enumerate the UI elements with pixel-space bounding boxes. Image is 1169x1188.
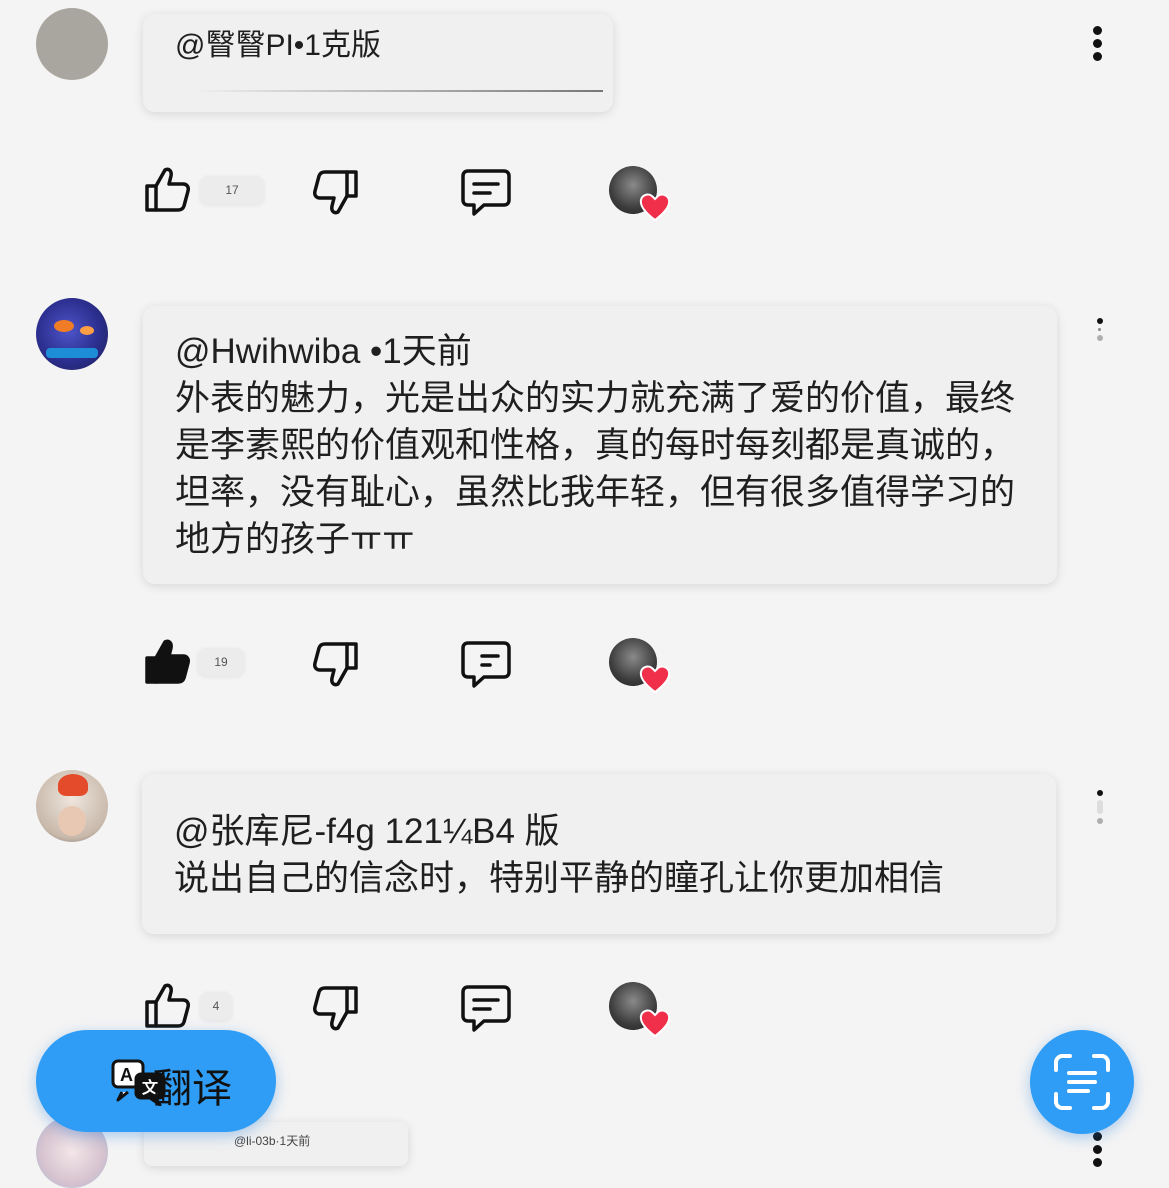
reply-icon[interactable] bbox=[460, 168, 512, 218]
like-count: 4 bbox=[200, 992, 232, 1020]
comment-author[interactable]: @张库尼-f4g 121¼B4 版 bbox=[174, 808, 1028, 855]
thumbs-down-icon[interactable] bbox=[312, 984, 360, 1034]
comment-body: 外表的魅力，光是出众的实力就充满了爱的价值，最终是李素熙的价值观和性格，真的每时… bbox=[175, 379, 1016, 559]
comment-actions: 19 bbox=[0, 632, 1169, 694]
comment-author[interactable]: @Hwihwiba •1天前 bbox=[175, 328, 1029, 375]
comment-author[interactable]: @li-03b·1天前 bbox=[234, 1132, 310, 1149]
comment-actions: 17 bbox=[0, 160, 1169, 222]
translate-label: 翻译 bbox=[152, 1067, 232, 1111]
avatar[interactable] bbox=[36, 8, 108, 80]
scan-text-icon bbox=[1054, 1054, 1110, 1110]
heart-icon bbox=[639, 1009, 671, 1038]
avatar[interactable] bbox=[36, 770, 108, 842]
more-vert-icon[interactable] bbox=[1095, 790, 1105, 828]
comment-divider bbox=[193, 90, 603, 92]
translate-button[interactable]: A 文 翻译 bbox=[36, 1030, 276, 1132]
thumbs-down-icon[interactable] bbox=[312, 640, 360, 690]
thumbs-up-icon[interactable] bbox=[143, 636, 191, 686]
scan-text-button[interactable] bbox=[1030, 1030, 1134, 1134]
like-count: 19 bbox=[198, 648, 244, 676]
more-vert-icon[interactable] bbox=[1093, 26, 1103, 65]
svg-text:A: A bbox=[120, 1065, 133, 1085]
thumbs-up-icon[interactable] bbox=[143, 980, 191, 1030]
more-vert-icon[interactable] bbox=[1095, 318, 1105, 345]
reply-icon[interactable] bbox=[460, 984, 512, 1034]
comment-card: @瞖瞖PI•1克版 bbox=[143, 14, 613, 112]
thumbs-up-icon[interactable] bbox=[143, 164, 191, 214]
heart-icon bbox=[639, 665, 671, 694]
comment-author[interactable]: @瞖瞖PI•1克版 bbox=[175, 26, 585, 66]
comment-card: @张库尼-f4g 121¼B4 版 说出自己的信念时，特别平静的瞳孔让你更加相信 bbox=[142, 774, 1056, 934]
heart-icon bbox=[639, 193, 671, 222]
comment-actions: 4 bbox=[0, 976, 1169, 1038]
comment-body: 说出自己的信念时，特别平静的瞳孔让你更加相信 bbox=[174, 859, 945, 898]
avatar[interactable] bbox=[36, 298, 108, 370]
thumbs-down-icon[interactable] bbox=[312, 168, 360, 218]
reply-icon[interactable] bbox=[460, 640, 512, 690]
more-vert-icon[interactable] bbox=[1093, 1132, 1103, 1171]
like-count: 17 bbox=[200, 176, 264, 204]
comment-card: @Hwihwiba •1天前 外表的魅力，光是出众的实力就充满了爱的价值，最终是… bbox=[143, 306, 1057, 584]
